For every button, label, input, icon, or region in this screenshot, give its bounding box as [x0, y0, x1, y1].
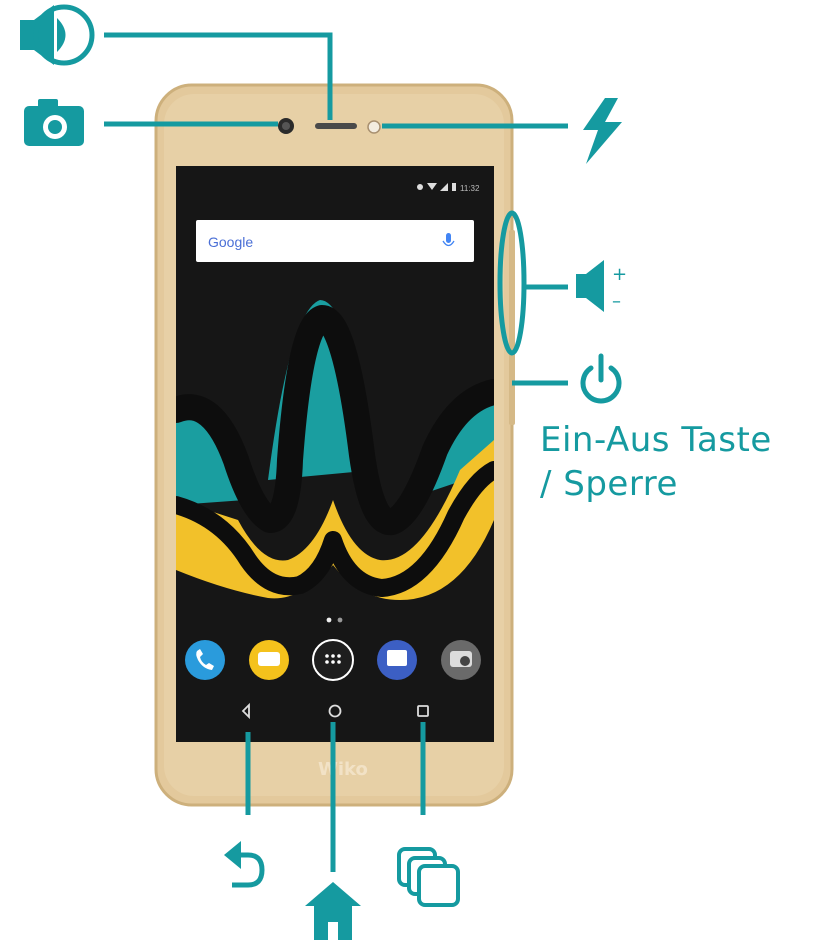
power-label-line1: Ein-Aus Taste	[540, 420, 772, 460]
camera-app-icon[interactable]	[441, 640, 481, 680]
app-drawer-icon[interactable]	[312, 639, 354, 681]
front-flash	[367, 120, 381, 134]
volume-icon: + –	[576, 260, 627, 312]
back-arrow-icon	[224, 841, 265, 888]
volume-minus-sign: –	[612, 291, 621, 312]
sms-app-icon[interactable]	[377, 640, 417, 680]
page-indicator-dot	[326, 617, 332, 623]
messaging-app-icon[interactable]	[249, 640, 289, 680]
page-indicator-dot	[337, 617, 343, 623]
phone: 11:32 Google Wiko	[154, 83, 515, 807]
recent-apps-icon	[397, 847, 460, 907]
power-button-label: Ein-Aus Taste / Sperre	[540, 418, 772, 506]
google-search-bar[interactable]: Google	[196, 220, 474, 262]
power-icon	[580, 353, 622, 404]
front-camera-lens	[282, 122, 290, 130]
camera-icon	[24, 99, 84, 146]
home-icon	[305, 882, 361, 940]
status-bar-time: 11:32	[460, 184, 480, 193]
side-button-strip	[509, 230, 515, 425]
power-label-line2: / Sperre	[540, 464, 678, 504]
speaker-icon	[20, 4, 95, 66]
earpiece	[315, 123, 357, 129]
alarm-status-icon	[417, 184, 423, 190]
phone-app-icon[interactable]	[185, 640, 225, 680]
mic-icon[interactable]	[446, 233, 451, 243]
search-bar-label: Google	[208, 234, 253, 250]
brand-logo: Wiko	[318, 759, 368, 780]
flash-icon	[583, 98, 622, 164]
volume-plus-sign: +	[612, 264, 627, 285]
battery-status-icon	[452, 183, 456, 191]
